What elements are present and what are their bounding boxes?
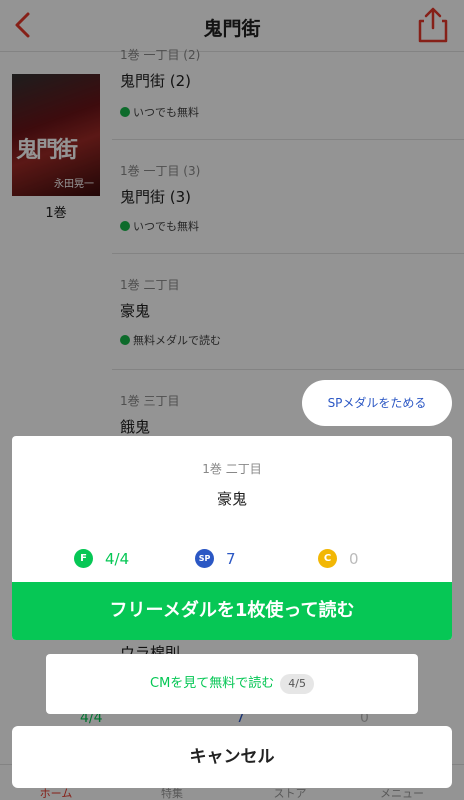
sp-medal-icon: SP [195,549,214,568]
use-free-medal-button[interactable]: フリーメダルを1枚使って読む [12,582,452,640]
coin-icon: C [318,549,337,568]
cm-count-badge: 4/5 [280,673,314,694]
sp-medal-balance: SP 7 [195,548,236,570]
cancel-button[interactable]: キャンセル [12,726,452,788]
coin-balance: C0 [318,548,359,570]
sp-medal-value: 7 [226,549,236,568]
dialog-episode-title: 豪鬼 [216,490,247,508]
read-episode-dialog: 1巻 二丁目 豪鬼 F 4/4 SP 7 C0 フリーメダルを1枚使って読む [12,436,452,640]
free-medal-icon: F [74,549,93,568]
free-medal-value: 4/4 [105,549,130,568]
coin-value: 0 [349,549,359,568]
earn-sp-medal-button[interactable]: SPメダルをためる [302,380,452,426]
watch-cm-label: CMを見て無料で読む [150,676,275,691]
watch-cm-button[interactable]: CMを見て無料で読む 4/5 [46,654,418,714]
dialog-episode-subtitle: 1巻 二丁目 [202,462,262,476]
free-medal-balance: F 4/4 [74,548,129,570]
